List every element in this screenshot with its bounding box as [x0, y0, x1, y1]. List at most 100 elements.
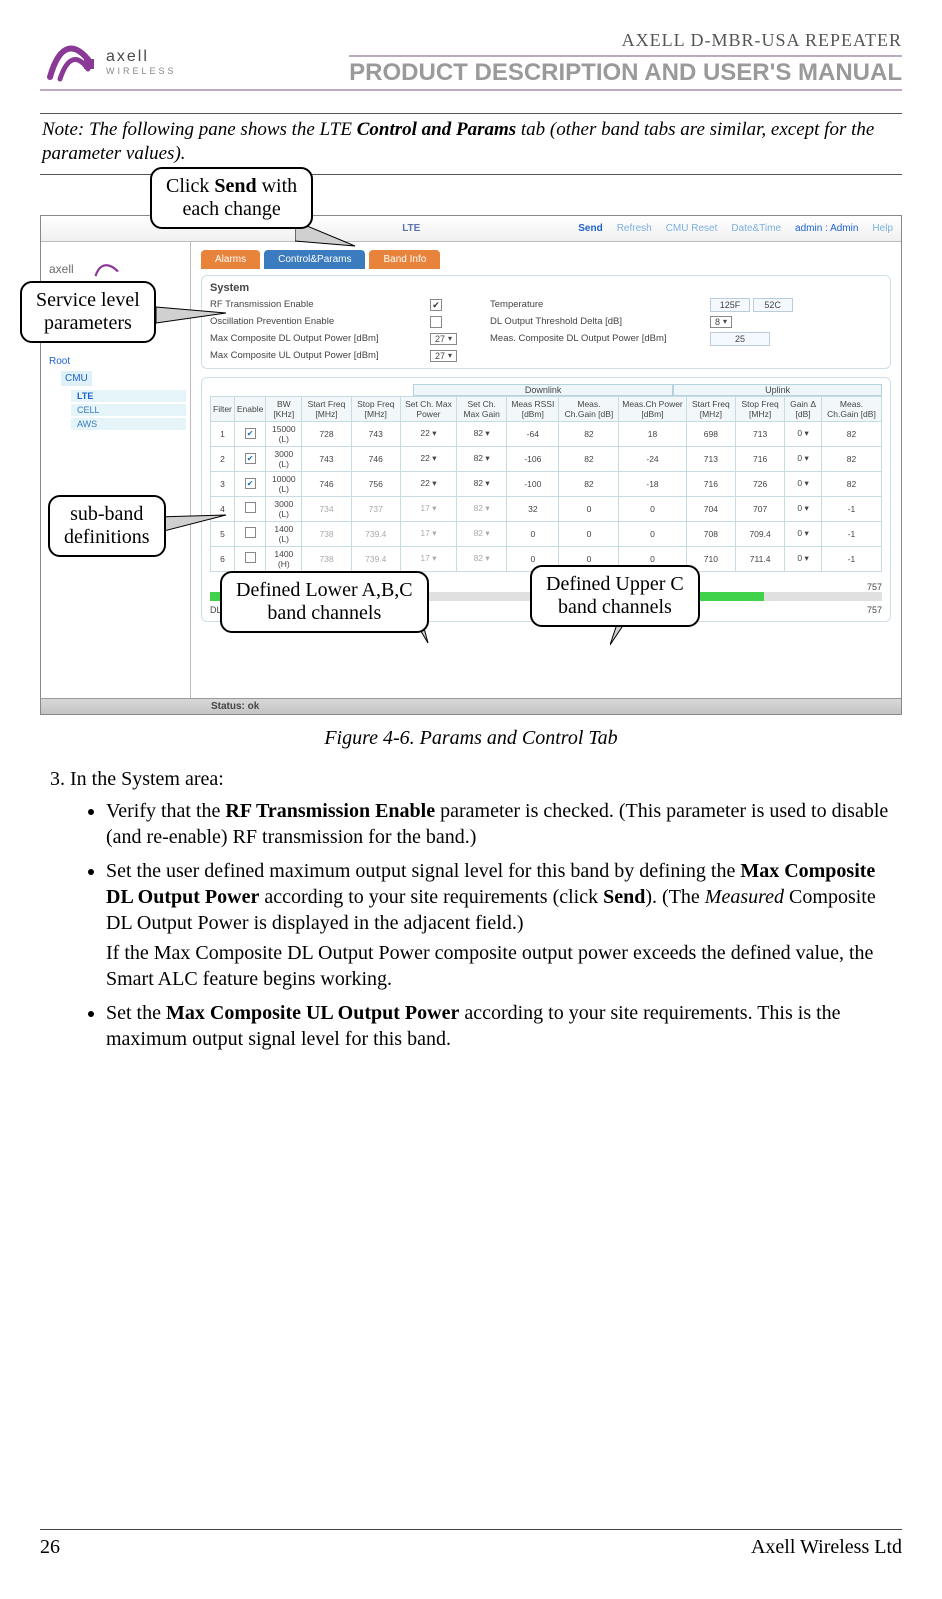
table-cell: 738: [302, 546, 351, 571]
table-cell[interactable]: [234, 471, 265, 496]
table-cell: 82: [821, 471, 881, 496]
svg-text:axell: axell: [49, 262, 74, 276]
temp-c-value: 52C: [753, 298, 793, 312]
filter-enable-checkbox[interactable]: [245, 552, 256, 563]
table-cell: 737: [351, 496, 400, 521]
table-cell[interactable]: 0 ▾: [785, 521, 822, 546]
table-cell[interactable]: [234, 521, 265, 546]
temperature-label: Temperature: [490, 299, 710, 310]
rf-enable-label: RF Transmission Enable: [210, 299, 430, 310]
body-text: In the System area: Verify that the RF T…: [40, 766, 902, 1052]
table-column-header: Stop Freq [MHz]: [736, 396, 785, 421]
table-cell[interactable]: [234, 446, 265, 471]
table-cell: -18: [619, 471, 686, 496]
status-bar: Status: ok: [41, 698, 901, 714]
table-cell[interactable]: 22 ▾: [400, 446, 456, 471]
table-cell: 716: [686, 471, 735, 496]
table-cell[interactable]: [234, 496, 265, 521]
table-column-header: Set Ch. Max Power: [400, 396, 456, 421]
page-number: 26: [40, 1536, 60, 1559]
nav-tree: Root CMU LTE CELL AWS: [45, 354, 186, 430]
table-cell: 3000 (L): [266, 446, 302, 471]
table-cell: 18: [619, 421, 686, 446]
table-cell[interactable]: 0 ▾: [785, 446, 822, 471]
table-row: 51400 (L)738739.417 ▾82 ▾000708709.40 ▾-…: [211, 521, 882, 546]
table-cell[interactable]: 82 ▾: [457, 446, 507, 471]
table-cell[interactable]: 17 ▾: [400, 496, 456, 521]
table-cell: 0: [619, 521, 686, 546]
callout-lower-abc: Defined Lower A,B,Cband channels: [220, 571, 429, 633]
table-row: 23000 (L)74374622 ▾82 ▾-10682-247137160 …: [211, 446, 882, 471]
step-3: In the System area: Verify that the RF T…: [70, 766, 902, 1052]
table-cell[interactable]: 82 ▾: [457, 421, 507, 446]
table-cell[interactable]: 0 ▾: [785, 546, 822, 571]
table-cell[interactable]: 22 ▾: [400, 421, 456, 446]
rf-enable-checkbox[interactable]: [430, 299, 442, 311]
filter-enable-checkbox[interactable]: [245, 527, 256, 538]
table-column-header: Meas RSSI [dBm]: [507, 396, 559, 421]
filter-table: FilterEnableBW [KHz]Start Freq [MHz]Stop…: [210, 396, 882, 572]
callout-subband: sub-banddefinitions: [48, 495, 166, 557]
meas-dl-label: Meas. Composite DL Output Power [dBm]: [490, 333, 710, 344]
table-cell[interactable]: 82 ▾: [457, 521, 507, 546]
refresh-link[interactable]: Refresh: [617, 223, 652, 234]
table-cell[interactable]: [234, 546, 265, 571]
tree-band-lte[interactable]: LTE: [71, 390, 186, 402]
max-dl-select[interactable]: 27: [430, 333, 457, 345]
tree-root[interactable]: Root: [45, 354, 186, 369]
filter-enable-checkbox[interactable]: [245, 478, 256, 489]
model-title: AXELL D-MBR-USA REPEATER: [349, 30, 902, 51]
tree-cmu[interactable]: CMU: [61, 371, 92, 386]
osc-prevent-label: Oscillation Prevention Enable: [210, 316, 430, 327]
tab-alarms[interactable]: Alarms: [201, 250, 260, 269]
dl-delta-select[interactable]: 8: [710, 316, 732, 328]
table-row: 310000 (L)74675622 ▾82 ▾-10082-187167260…: [211, 471, 882, 496]
table-cell: 32: [507, 496, 559, 521]
table-row: 43000 (L)73473717 ▾82 ▾32007047070 ▾-1: [211, 496, 882, 521]
figure-container: Click Send with each change LTE Send Ref…: [40, 215, 902, 715]
datetime-link[interactable]: Date&Time: [731, 223, 781, 234]
temp-f-value: 125F: [710, 298, 750, 312]
table-cell[interactable]: 82 ▾: [457, 471, 507, 496]
callout-pointer-icon: [156, 303, 236, 333]
table-cell: 708: [686, 521, 735, 546]
send-link[interactable]: Send: [578, 223, 602, 234]
max-ul-select[interactable]: 27: [430, 350, 457, 362]
doc-subtitle: PRODUCT DESCRIPTION AND USER'S MANUAL: [349, 59, 902, 87]
table-cell[interactable]: 0 ▾: [785, 471, 822, 496]
tree-band-cell[interactable]: CELL: [71, 404, 186, 416]
table-cell: -1: [821, 496, 881, 521]
table-cell: 756: [351, 471, 400, 496]
table-cell: 82: [559, 471, 619, 496]
table-cell: 6: [211, 546, 235, 571]
table-cell[interactable]: 82 ▾: [457, 496, 507, 521]
filter-enable-checkbox[interactable]: [245, 428, 256, 439]
table-cell[interactable]: 17 ▾: [400, 521, 456, 546]
table-cell: 743: [351, 421, 400, 446]
table-cell[interactable]: 0 ▾: [785, 421, 822, 446]
help-link[interactable]: Help: [872, 223, 893, 234]
table-cell[interactable]: 0 ▾: [785, 496, 822, 521]
table-cell: 746: [302, 471, 351, 496]
table-cell: -100: [507, 471, 559, 496]
table-cell[interactable]: 22 ▾: [400, 471, 456, 496]
table-cell[interactable]: [234, 421, 265, 446]
filter-enable-checkbox[interactable]: [245, 453, 256, 464]
tree-band-aws[interactable]: AWS: [71, 418, 186, 430]
cmu-reset-link[interactable]: CMU Reset: [666, 223, 718, 234]
table-column-header: Meas. Ch.Gain [dB]: [559, 396, 619, 421]
table-cell: 10000 (L): [266, 471, 302, 496]
table-cell[interactable]: 82 ▾: [457, 546, 507, 571]
footer-company: Axell Wireless Ltd: [751, 1536, 902, 1559]
table-column-header: Gain Δ [dB]: [785, 396, 822, 421]
table-column-header: Meas.Ch Power [dBm]: [619, 396, 686, 421]
table-cell[interactable]: 17 ▾: [400, 546, 456, 571]
osc-prevent-checkbox[interactable]: [430, 316, 442, 328]
brand-logo: axell WIRELESS: [40, 37, 177, 87]
table-column-header: Start Freq [MHz]: [302, 396, 351, 421]
filter-enable-checkbox[interactable]: [245, 502, 256, 513]
table-cell: 734: [302, 496, 351, 521]
callout-pointer-icon: [156, 513, 236, 543]
downlink-group-header: Downlink: [413, 384, 673, 396]
ul-right-label: 757: [867, 605, 882, 615]
